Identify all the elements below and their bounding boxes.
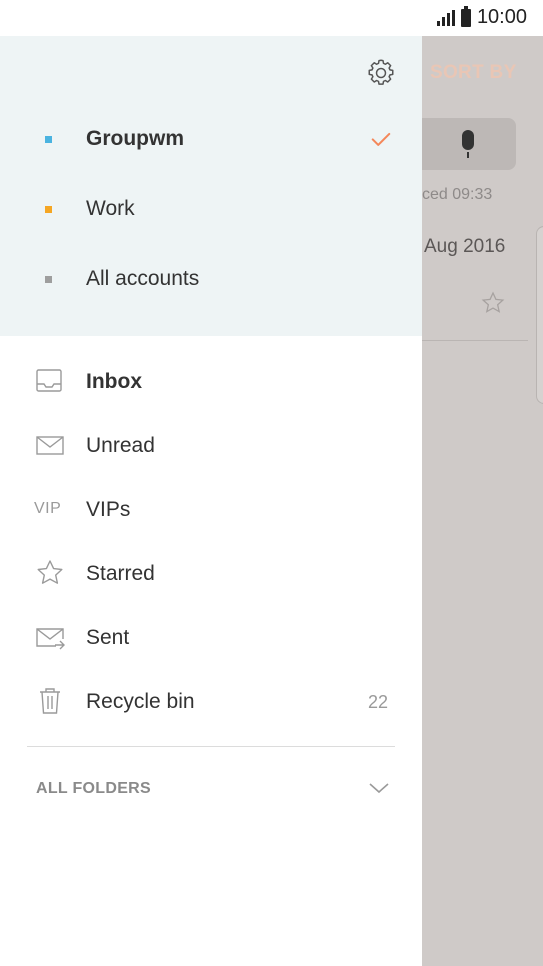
folder-item-unread[interactable]: Unread bbox=[0, 418, 422, 474]
vip-icon: VIP bbox=[34, 500, 62, 517]
folder-item-vips[interactable]: VIP VIPs bbox=[0, 482, 422, 538]
account-item-work[interactable]: Work bbox=[0, 186, 422, 236]
account-color-dot bbox=[45, 276, 52, 283]
search-bar bbox=[422, 118, 516, 170]
account-item-all-accounts[interactable]: All accounts bbox=[0, 256, 422, 306]
sort-by-label: SORT BY bbox=[430, 62, 517, 83]
star-icon bbox=[481, 291, 505, 313]
chevron-down-icon[interactable] bbox=[368, 780, 390, 796]
star-icon bbox=[37, 560, 63, 584]
folder-label: Sent bbox=[86, 626, 130, 649]
clock: 10:00 bbox=[476, 6, 527, 28]
inbox-icon bbox=[36, 369, 62, 392]
envelope-icon bbox=[36, 436, 64, 455]
sent-icon bbox=[36, 628, 65, 650]
folder-label: Starred bbox=[86, 562, 155, 585]
signal-icon bbox=[436, 9, 455, 26]
folder-item-inbox[interactable]: Inbox bbox=[0, 354, 422, 410]
email-card-edge bbox=[536, 226, 543, 404]
microphone-icon bbox=[462, 130, 474, 158]
folder-count: 22 bbox=[367, 692, 388, 712]
gear-icon[interactable] bbox=[366, 58, 396, 88]
status-bar: 10:00 bbox=[0, 0, 543, 36]
divider bbox=[27, 746, 395, 747]
folder-label: Recycle bin bbox=[86, 690, 195, 713]
folder-label: Inbox bbox=[86, 370, 142, 393]
scrim-background[interactable]: SORT BY ced 09:33 Aug 2016 bbox=[422, 36, 543, 966]
folder-label: Unread bbox=[86, 434, 155, 457]
email-date: Aug 2016 bbox=[424, 236, 506, 257]
battery-icon bbox=[460, 5, 471, 27]
account-color-dot bbox=[45, 136, 52, 143]
divider bbox=[422, 340, 528, 341]
folder-item-starred[interactable]: Starred bbox=[0, 546, 422, 602]
navigation-drawer: Groupwm Work All accounts Inbox Unread V… bbox=[0, 36, 422, 966]
folder-label: VIPs bbox=[86, 498, 131, 521]
check-icon bbox=[371, 132, 391, 146]
account-color-dot bbox=[45, 206, 52, 213]
account-label: Groupwm bbox=[86, 127, 184, 150]
trash-icon bbox=[40, 688, 60, 714]
account-item-groupwm[interactable]: Groupwm bbox=[0, 116, 422, 166]
folder-item-recycle-bin[interactable]: Recycle bin 22 bbox=[0, 674, 422, 730]
folder-item-sent[interactable]: Sent bbox=[0, 610, 422, 666]
account-label: All accounts bbox=[86, 267, 200, 290]
all-folders-toggle[interactable]: ALL FOLDERS bbox=[36, 780, 151, 798]
account-label: Work bbox=[86, 197, 135, 220]
accounts-section: Groupwm Work All accounts bbox=[0, 36, 422, 336]
last-synced-text: ced 09:33 bbox=[422, 186, 493, 203]
